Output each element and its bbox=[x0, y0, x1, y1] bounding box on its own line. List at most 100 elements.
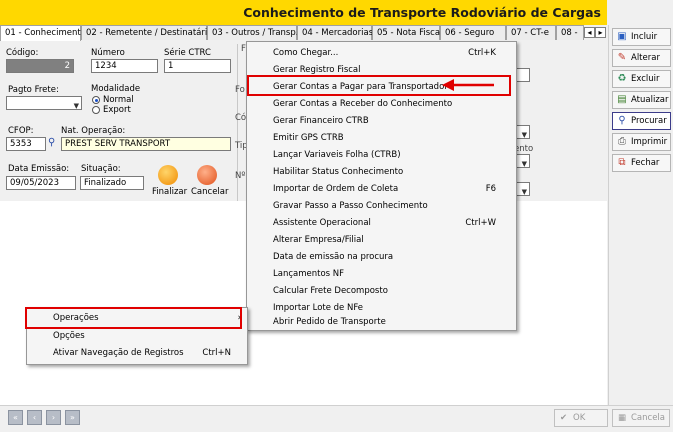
cancela-button[interactable]: ▦ Cancela bbox=[612, 409, 670, 427]
binoculars-icon[interactable]: ⚲ bbox=[48, 137, 55, 148]
imprimir-label: Imprimir bbox=[631, 137, 668, 147]
serie-label: Série CTRC bbox=[164, 48, 211, 58]
tab-scroll-left-icon[interactable]: ◂ bbox=[584, 27, 595, 38]
cfop-label: CFOP: bbox=[8, 126, 34, 136]
data-emissao-field[interactable]: 09/05/2023 bbox=[6, 176, 76, 190]
pagto-frete-select[interactable]: ▼ bbox=[6, 96, 82, 110]
menu-item-como-chegar[interactable]: Como Chegar... Ctrl+K bbox=[247, 45, 516, 61]
codigo-label: Código: bbox=[6, 48, 39, 58]
pagto-frete-label: Pagto Frete: bbox=[8, 85, 59, 95]
excluir-button[interactable]: ♻ Excluir bbox=[612, 70, 671, 88]
fechar-label: Fechar bbox=[631, 158, 660, 168]
menu-item-lancamentos-nf[interactable]: Lançamentos NF bbox=[247, 266, 516, 282]
context-menu: Operações › Opções Ativar Navegação de Re… bbox=[26, 307, 248, 365]
title-bar: Conhecimento de Transporte Rodoviário de… bbox=[0, 0, 607, 25]
menu-item-assistente-operacional[interactable]: Assistente Operacional Ctrl+W bbox=[247, 215, 516, 231]
bottom-bar: « ‹ › » ✔ OK ▦ Cancela bbox=[0, 405, 673, 432]
finalizar-icon[interactable] bbox=[158, 165, 178, 185]
tab-mercadorias[interactable]: 04 - Mercadorias bbox=[297, 25, 373, 40]
menu-item-label: Como Chegar... bbox=[273, 48, 339, 58]
incluir-label: Incluir bbox=[631, 32, 658, 42]
partial-label: Nº bbox=[235, 171, 246, 181]
first-record-icon[interactable]: « bbox=[8, 410, 23, 425]
chevron-down-icon: ▼ bbox=[521, 160, 527, 168]
tab-remetente-destinatario[interactable]: 02 - Remetente / Destinatário bbox=[81, 25, 212, 40]
chevron-right-icon: › bbox=[237, 313, 241, 323]
menu-item-opcoes[interactable]: Opções bbox=[27, 328, 247, 344]
procurar-label: Procurar bbox=[631, 116, 667, 126]
numero-field[interactable]: 1234 bbox=[91, 59, 158, 73]
tab-seguro[interactable]: 06 - Seguro bbox=[440, 25, 506, 40]
alterar-label: Alterar bbox=[631, 53, 660, 63]
annotation-arrow-icon bbox=[442, 79, 494, 91]
tab-nota-fiscal[interactable]: 05 - Nota Fiscal bbox=[372, 25, 442, 40]
alterar-button[interactable]: ✎ Alterar bbox=[612, 49, 671, 67]
export-radio-label: Export bbox=[103, 105, 131, 115]
delete-icon: ♻ bbox=[617, 73, 627, 84]
incluir-button[interactable]: ▣ Incluir bbox=[612, 28, 671, 46]
cfop-field[interactable]: 5353 bbox=[6, 137, 46, 151]
menu-item-importar-ordem-coleta[interactable]: Importar de Ordem de Coleta F6 bbox=[247, 181, 516, 197]
cancelar-button[interactable]: Cancelar bbox=[191, 187, 229, 197]
menu-item-abrir-pedido-transporte[interactable]: Abrir Pedido de Transporte bbox=[247, 314, 516, 330]
last-record-icon[interactable]: » bbox=[65, 410, 80, 425]
cancela-label: Cancela bbox=[631, 413, 666, 423]
prev-record-icon[interactable]: ‹ bbox=[27, 410, 42, 425]
serie-field[interactable]: 1 bbox=[164, 59, 231, 73]
menu-item-calcular-frete[interactable]: Calcular Frete Decomposto bbox=[247, 283, 516, 299]
tab-cte[interactable]: 07 - CT-e bbox=[506, 25, 556, 40]
situacao-label: Situação: bbox=[81, 164, 121, 174]
menu-item-habilitar-status[interactable]: Habilitar Status Conhecimento bbox=[247, 164, 516, 180]
menu-item-alterar-empresa-filial[interactable]: Alterar Empresa/Filial bbox=[247, 232, 516, 248]
new-doc-icon: ▣ bbox=[617, 31, 627, 42]
binoculars-icon: ⚲ bbox=[618, 115, 626, 126]
nat-operacao-label: Nat. Operação: bbox=[61, 126, 126, 136]
menu-item-label: Ativar Navegação de Registros bbox=[53, 348, 184, 358]
menu-item-gravar-passo-a-passo[interactable]: Gravar Passo a Passo Conhecimento bbox=[247, 198, 516, 214]
menu-item-ativar-navegacao[interactable]: Ativar Navegação de Registros Ctrl+N bbox=[27, 345, 247, 361]
situacao-field[interactable]: Finalizado bbox=[80, 176, 144, 190]
tab-conhecimento[interactable]: 01 - Conhecimento bbox=[0, 25, 86, 41]
tab-08[interactable]: 08 - bbox=[556, 25, 584, 40]
menu-shortcut: F6 bbox=[485, 184, 496, 194]
ok-label: OK bbox=[573, 413, 586, 423]
close-window-icon: ⧉ bbox=[618, 157, 626, 168]
refresh-icon: ▤ bbox=[617, 94, 627, 105]
next-record-icon[interactable]: › bbox=[46, 410, 61, 425]
menu-item-data-emissao-procura[interactable]: Data de emissão na procura bbox=[247, 249, 516, 265]
finalizar-button[interactable]: Finalizar bbox=[152, 187, 187, 197]
ok-button[interactable]: ✔ OK bbox=[554, 409, 608, 427]
menu-item-label: Assistente Operacional bbox=[273, 218, 371, 228]
tab-scroll-right-icon[interactable]: ▸ bbox=[595, 27, 606, 38]
chevron-down-icon: ▼ bbox=[521, 131, 527, 139]
codigo-field[interactable]: 2 bbox=[6, 59, 74, 73]
cancelar-icon[interactable] bbox=[197, 165, 217, 185]
partial-label: Fo bbox=[235, 85, 245, 95]
export-radio[interactable] bbox=[92, 106, 100, 114]
atualizar-label: Atualizar bbox=[631, 95, 669, 105]
procurar-button[interactable]: ⚲ Procurar bbox=[612, 112, 671, 130]
atualizar-button[interactable]: ▤ Atualizar bbox=[612, 91, 671, 109]
nat-operacao-field[interactable]: PREST SERV TRANSPORT bbox=[61, 137, 231, 151]
menu-shortcut: Ctrl+N bbox=[202, 348, 231, 358]
data-emissao-label: Data Emissão: bbox=[8, 164, 70, 174]
menu-item-operacoes[interactable]: Operações › bbox=[27, 310, 247, 326]
tab-outros-transp[interactable]: 03 - Outros / Transp. bbox=[207, 25, 298, 40]
menu-item-label: Importar de Ordem de Coleta bbox=[273, 184, 399, 194]
fechar-button[interactable]: ⧉ Fechar bbox=[612, 154, 671, 172]
edit-icon: ✎ bbox=[617, 52, 627, 63]
action-sidebar: ▣ Incluir ✎ Alterar ♻ Excluir ▤ Atualizar ⚲ P… bbox=[608, 25, 673, 405]
normal-radio[interactable] bbox=[92, 96, 100, 104]
menu-item-gerar-contas-receber[interactable]: Gerar Contas a Receber do Conhecimento bbox=[247, 96, 516, 112]
tab-strip: 01 - Conhecimento 02 - Remetente / Desti… bbox=[0, 25, 607, 42]
menu-item-lancar-variaveis-folha[interactable]: Lançar Variaveis Folha (CTRB) bbox=[247, 147, 516, 163]
imprimir-button[interactable]: ⎙ Imprimir bbox=[612, 133, 671, 151]
menu-item-gerar-registro-fiscal[interactable]: Gerar Registro Fiscal bbox=[247, 62, 516, 78]
chevron-down-icon: ▼ bbox=[73, 102, 79, 110]
menu-item-emitir-gps-ctrb[interactable]: Emitir GPS CTRB bbox=[247, 130, 516, 146]
numero-label: Número bbox=[91, 48, 125, 58]
menu-item-gerar-financeiro-ctrb[interactable]: Gerar Financeiro CTRB bbox=[247, 113, 516, 129]
check-icon: ✔ bbox=[560, 413, 568, 423]
printer-icon: ⎙ bbox=[618, 136, 626, 147]
chevron-down-icon: ▼ bbox=[521, 188, 527, 196]
